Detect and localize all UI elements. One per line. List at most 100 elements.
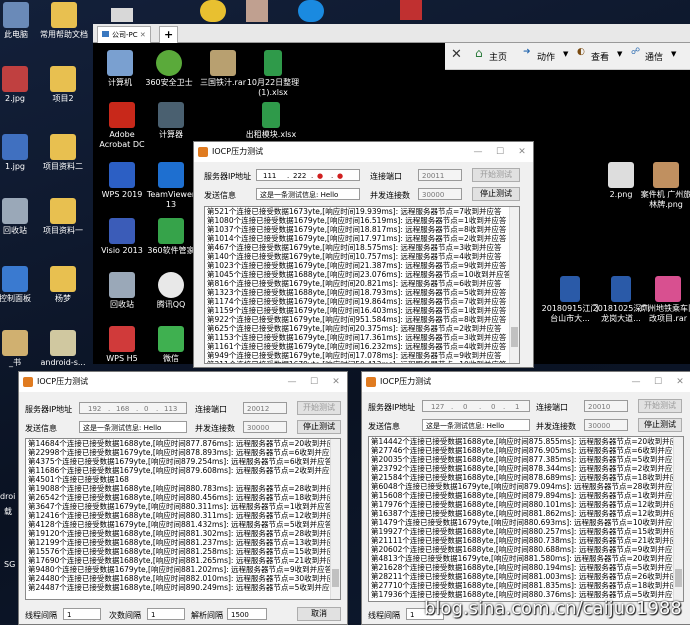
view-menu[interactable]: 查看 bbox=[591, 50, 609, 63]
desktop-icon-plate-png[interactable]: 案件机 广州旅 林牌.png bbox=[640, 162, 690, 210]
rdp-icon-teamviewer[interactable]: TeamViewer 13 bbox=[143, 162, 199, 210]
rdp-icon-xlsx2[interactable]: 出租模块.xlsx bbox=[241, 102, 301, 140]
rdp-icon-360[interactable]: 360安全卫士 bbox=[141, 50, 197, 88]
rdp-icon-visio[interactable]: Visio 2013 bbox=[95, 218, 149, 256]
server-ip-field[interactable]: 111 . 222 . ● . ● bbox=[256, 169, 360, 181]
view-icon[interactable]: ◐ bbox=[577, 47, 585, 57]
desktop-icon-2png[interactable]: 2.png bbox=[596, 162, 646, 200]
action-menu[interactable]: 动作 bbox=[537, 50, 555, 63]
server-ip-field[interactable]: 127 . 0 . 0 . 1 bbox=[422, 400, 530, 412]
maximize-icon[interactable]: ☐ bbox=[303, 372, 325, 392]
desktop-icon-android-sdk[interactable]: android-s... bbox=[32, 330, 94, 368]
thread-interval-field[interactable]: 1 bbox=[63, 608, 101, 620]
port-field[interactable]: 20012 bbox=[243, 402, 287, 414]
rdp-icon-calculator[interactable]: 计算器 bbox=[143, 102, 199, 140]
rdp-icon-wps-h5[interactable]: WPS H5 bbox=[95, 326, 149, 364]
response-log[interactable]: 第521个连接已接受数据1673yte,[响应时间19.939ms]: 远程服务… bbox=[204, 206, 520, 364]
window-title-bar[interactable]: IOCP压力测试 — ☐ ✕ bbox=[19, 372, 347, 392]
cancel-button[interactable]: 取消 bbox=[297, 607, 341, 621]
minimize-icon[interactable]: — bbox=[625, 372, 647, 392]
stop-test-button[interactable]: 停止测试 bbox=[297, 420, 341, 434]
maximize-icon[interactable]: ☐ bbox=[489, 142, 511, 162]
maximize-icon[interactable]: ☐ bbox=[647, 372, 669, 392]
send-info-field[interactable]: 这是一条测试信息: Hello bbox=[79, 421, 187, 433]
control-panel-icon bbox=[2, 266, 28, 292]
parse-interval-field[interactable]: 1500 bbox=[227, 608, 267, 620]
chevron-down-icon[interactable]: ▼ bbox=[671, 50, 676, 58]
log-line: 第22998个连接已接受数据1679yte,[响应时间878.893ms]: 远… bbox=[28, 448, 337, 457]
action-icon[interactable]: ➜ bbox=[523, 47, 531, 57]
concurrency-field[interactable]: 30000 bbox=[243, 421, 287, 433]
log-line: 第949个连接已接受数据1679yte,[响应时间17.078ms]: 远程服务… bbox=[207, 351, 502, 360]
rdp-icon-wechat[interactable]: 微信 bbox=[143, 326, 199, 364]
desktop-icon-jiangmen-doc[interactable]: 20180915江门台山市大... bbox=[540, 276, 600, 324]
desktop-icon-metro-rar[interactable]: 广州地铁乘车旧改项目.rar bbox=[640, 276, 690, 324]
home-icon[interactable]: ⌂ bbox=[475, 46, 483, 60]
image-file-icon bbox=[2, 66, 28, 92]
stop-test-button[interactable]: 停止测试 bbox=[638, 418, 682, 432]
concurrency-field[interactable]: 30000 bbox=[584, 419, 628, 431]
close-icon[interactable]: ✕ bbox=[511, 142, 533, 162]
start-test-button[interactable]: 开始测试 bbox=[638, 399, 682, 413]
send-info-field[interactable]: 这是一条测试信息: Hello bbox=[256, 188, 360, 200]
app-icon bbox=[366, 377, 376, 387]
iocp-window-remote: IOCP压力测试 — ☐ ✕ 服务器IP地址 111 . 222 . ● . ●… bbox=[193, 141, 534, 368]
window-title-bar[interactable]: IOCP压力测试 — ☐ ✕ bbox=[362, 372, 690, 392]
taskbar-icon-app[interactable] bbox=[111, 8, 133, 22]
rdp-icon-360-soft[interactable]: 360软件管家 bbox=[143, 218, 199, 256]
close-icon[interactable]: ✕ bbox=[669, 372, 690, 392]
count-interval-field[interactable]: 1 bbox=[147, 608, 185, 620]
rdp-icon-qq[interactable]: 腾讯QQ bbox=[143, 272, 199, 310]
server-ip-field[interactable]: 192 . 168 . 0 . 113 bbox=[79, 402, 187, 414]
log-line: 第4375个连接已接受数据1679yte,[响应时间879.254ms]: 远程… bbox=[28, 457, 333, 466]
start-test-button[interactable]: 开始测试 bbox=[472, 168, 520, 182]
concurrency-field[interactable]: 30000 bbox=[418, 188, 462, 200]
close-icon[interactable]: ✕ bbox=[325, 372, 347, 392]
tab-company-pc[interactable]: 公司-PC ✕ bbox=[97, 26, 151, 43]
log-scrollbar[interactable] bbox=[673, 437, 683, 601]
taskbar-icon-media[interactable] bbox=[298, 0, 324, 22]
desktop-icon-project2[interactable]: 项目2 bbox=[32, 66, 94, 104]
taskbar-icon-winrar[interactable] bbox=[400, 0, 422, 20]
log-line: 第20035个连接已接受数据1688yte,[响应时间877.385ms]: 远… bbox=[371, 455, 680, 464]
desktop-icon-project-docs1[interactable]: 项目资料一 bbox=[32, 198, 94, 236]
minimize-icon[interactable]: — bbox=[281, 372, 303, 392]
response-log[interactable]: 第14442个连接已接受数据1688yte,[响应时间875.855ms]: 远… bbox=[368, 436, 684, 602]
rdp-icon-computer[interactable]: 计算机 bbox=[95, 50, 145, 88]
close-icon[interactable]: ✕ bbox=[140, 31, 146, 39]
log-line: 第6048个连接已接受数据1679yte,[响应时间879.094ms]: 远程… bbox=[371, 482, 680, 491]
minimize-icon[interactable]: — bbox=[467, 142, 489, 162]
desktop-icon-yangmeng[interactable]: 杨梦 bbox=[32, 266, 94, 304]
log-scrollbar[interactable] bbox=[330, 439, 340, 599]
home-button[interactable]: 主页 bbox=[489, 50, 507, 63]
notify-icon[interactable]: ☍ bbox=[631, 47, 640, 57]
new-tab-button[interactable]: + bbox=[159, 26, 179, 43]
rdp-icon-wps[interactable]: WPS 2019 bbox=[95, 162, 149, 200]
port-field[interactable]: 20011 bbox=[418, 169, 462, 181]
send-info-label: 发送信息 bbox=[204, 191, 236, 200]
chevron-down-icon[interactable]: ▼ bbox=[563, 50, 568, 58]
response-log[interactable]: 第14684个连接已接受数据1688yte,[响应时间877.876ms]: 远… bbox=[25, 438, 341, 600]
port-field[interactable]: 20010 bbox=[584, 400, 628, 412]
rdp-icon-xlsx1[interactable]: 10月22日整理(1).xlsx bbox=[243, 50, 303, 98]
desktop-icon-project-docs2[interactable]: 项目资料二 bbox=[32, 134, 94, 172]
wechat-icon bbox=[158, 326, 184, 352]
taskbar-icon-chrome[interactable] bbox=[200, 0, 226, 22]
taskbar-icon-avatar[interactable] bbox=[246, 0, 268, 22]
concurrency-label: 并发连接数 bbox=[536, 422, 576, 431]
chevron-down-icon[interactable]: ▼ bbox=[617, 50, 622, 58]
rdp-icon-recycle-bin[interactable]: 回收站 bbox=[95, 272, 149, 310]
send-info-field[interactable]: 这是一条测试信息: Hello bbox=[422, 419, 530, 431]
thread-interval-label: 线程间隔 bbox=[25, 611, 57, 620]
desktop-icon-help-docs[interactable]: 常用帮助文档 bbox=[34, 2, 94, 40]
teamviewer-icon bbox=[158, 162, 184, 188]
log-scrollbar[interactable] bbox=[509, 207, 519, 363]
log-line: 第27710个连接已接受数据1688yte,[响应时间881.835ms]: 远… bbox=[371, 581, 684, 590]
count-interval-label: 次数间隔 bbox=[109, 611, 141, 620]
close-icon[interactable]: ✕ bbox=[451, 47, 462, 62]
notify-menu[interactable]: 通信 bbox=[645, 50, 663, 63]
window-title-bar[interactable]: IOCP压力测试 — ☐ ✕ bbox=[194, 142, 533, 162]
log-line: 第1045个连接已接受数据1688yte,[响应时间23.076ms]: 远程服… bbox=[207, 270, 512, 279]
stop-test-button[interactable]: 停止测试 bbox=[472, 187, 520, 201]
start-test-button[interactable]: 开始测试 bbox=[297, 401, 341, 415]
